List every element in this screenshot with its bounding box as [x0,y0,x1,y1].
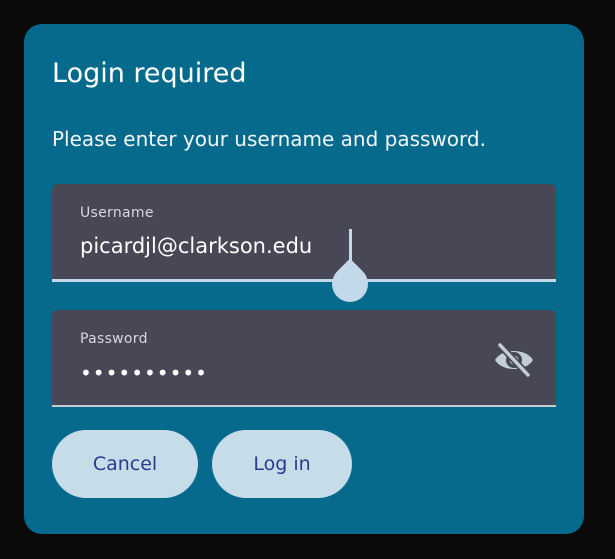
username-input[interactable]: picardjl@clarkson.edu [80,231,312,261]
cursor-drag-handle[interactable] [324,258,376,310]
username-field[interactable]: Username picardjl@clarkson.edu [52,184,556,310]
password-label: Password [80,331,148,347]
login-dialog: Login required Please enter your usernam… [24,24,584,534]
password-field[interactable]: Password •••••••••• [52,310,556,407]
dialog-title: Login required [52,58,247,89]
password-input[interactable]: •••••••••• [80,358,208,388]
eye-off-icon[interactable] [492,340,536,380]
login-button[interactable]: Log in [212,430,352,498]
dialog-message: Please enter your username and password. [52,127,486,151]
cancel-button[interactable]: Cancel [52,430,198,498]
username-label: Username [80,205,154,221]
